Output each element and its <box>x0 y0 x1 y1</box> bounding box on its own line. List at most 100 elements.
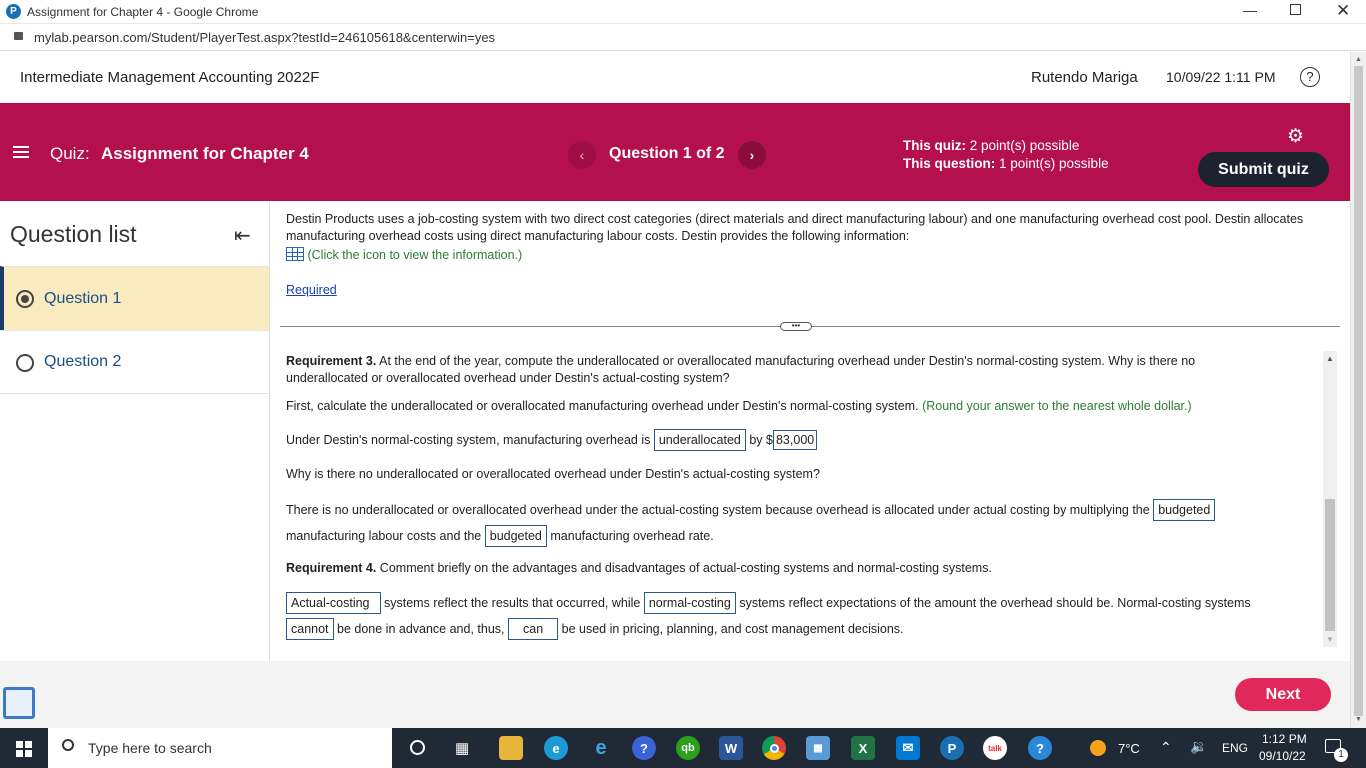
talk-app-icon[interactable]: talk <box>983 736 1007 760</box>
sidebar-item-question-1[interactable]: Question 1 <box>0 266 269 330</box>
url-text[interactable]: mylab.pearson.com/Student/PlayerTest.asp… <box>34 30 495 45</box>
this-quiz-points: 2 point(s) possible <box>969 138 1080 153</box>
req4-text: Comment briefly on the advantages and di… <box>379 561 992 575</box>
no-under-text: There is no underallocated or overalloca… <box>286 503 1150 517</box>
req3-heading: Requirement 3. <box>286 354 377 368</box>
this-question-label: This question: <box>903 156 996 171</box>
settings-gear-icon[interactable]: ⚙ <box>1287 125 1304 148</box>
question-content: Destin Products uses a job-costing syste… <box>270 201 1350 661</box>
radio-empty-icon <box>16 354 34 372</box>
hamburger-menu-icon[interactable] <box>13 146 29 158</box>
address-bar[interactable]: mylab.pearson.com/Student/PlayerTest.asp… <box>0 24 1366 51</box>
answer-cannot-dropdown[interactable]: cannot <box>286 618 334 640</box>
sidebar-item-label: Question 1 <box>44 290 122 307</box>
page-scroll-thumb[interactable] <box>1354 66 1363 716</box>
content-scrollbar[interactable]: ▲ ▼ <box>1323 351 1337 647</box>
chrome-icon[interactable] <box>762 736 786 760</box>
file-explorer-icon[interactable] <box>499 736 523 760</box>
page-scrollbar[interactable]: ▲ ▼ <box>1350 52 1366 728</box>
mail-icon[interactable]: ✉ <box>896 736 920 760</box>
taskbar-search-box[interactable]: Type here to search <box>48 728 392 768</box>
lock-icon <box>14 32 23 40</box>
required-link[interactable]: Required <box>286 282 337 299</box>
cortana-icon[interactable] <box>410 740 425 755</box>
be-used-text: be used in pricing, planning, and cost m… <box>561 622 904 636</box>
answer-budgeted-2-dropdown[interactable]: budgeted <box>484 525 547 547</box>
question-list-sidebar: Question list ⇤ Question 1 Question 2 <box>0 201 270 661</box>
clock-time[interactable]: 1:12 PM <box>1262 732 1307 746</box>
chevron-up-icon[interactable]: ⌃ <box>1160 739 1172 756</box>
app-header: Intermediate Management Accounting 2022F… <box>0 52 1350 103</box>
answer-allocation-dropdown[interactable]: underallocated <box>653 429 746 451</box>
footer-bar: Next <box>0 661 1350 728</box>
windows-start-icon[interactable] <box>16 741 32 757</box>
next-question-button[interactable]: › <box>738 141 766 169</box>
pearson-logo-icon: P <box>6 4 21 19</box>
req4-heading: Requirement 4. <box>286 561 377 575</box>
language-indicator[interactable]: ENG <box>1222 741 1248 755</box>
answer-budgeted-1-dropdown[interactable]: budgeted <box>1153 499 1216 521</box>
collapse-sidebar-icon[interactable]: ⇤ <box>234 223 251 248</box>
search-icon <box>62 739 74 751</box>
internet-explorer-icon[interactable]: e <box>589 736 613 760</box>
control-panel-icon[interactable]: ▦ <box>806 736 830 760</box>
expand-handle-icon[interactable]: ••• <box>780 322 812 331</box>
prev-question-button[interactable]: ‹ <box>568 141 596 169</box>
round-hint: (Round your answer to the nearest whole … <box>922 399 1192 413</box>
mfg-labour-text: manufacturing labour costs and the <box>286 529 482 543</box>
help-icon[interactable]: ? <box>1300 67 1320 87</box>
question-intro: Destin Products uses a job-costing syste… <box>286 212 1304 243</box>
req3-text: At the end of the year, compute the unde… <box>286 354 1196 385</box>
calculator-window-icon[interactable] <box>3 687 35 719</box>
close-icon[interactable]: ✕ <box>1336 1 1350 21</box>
answer-can-dropdown[interactable]: can <box>508 618 559 640</box>
submit-quiz-button[interactable]: Submit quiz <box>1198 152 1329 187</box>
quiz-bar: Quiz: Assignment for Chapter 4 ‹ Questio… <box>0 103 1350 201</box>
minimize-icon[interactable]: — <box>1243 2 1257 18</box>
under-pre-text: Under Destin's normal-costing system, ma… <box>286 433 651 447</box>
why-question: Why is there no underallocated or overal… <box>286 467 820 481</box>
edge-icon[interactable]: e <box>544 736 568 760</box>
sidebar-item-label: Question 2 <box>44 353 122 370</box>
this-question-points: 1 point(s) possible <box>999 156 1109 171</box>
sys-reflect-text: systems reflect the results that occurre… <box>384 596 641 610</box>
volume-icon[interactable]: 🔉 <box>1190 738 1207 755</box>
answer-normal-costing-dropdown[interactable]: normal-costing <box>643 592 736 614</box>
be-done-text: be done in advance and, thus, <box>337 622 505 636</box>
tips-app-icon[interactable]: ? <box>1028 736 1052 760</box>
pearson-app-icon[interactable]: P <box>940 736 964 760</box>
restore-icon[interactable] <box>1290 4 1301 15</box>
info-link[interactable]: (Click the icon to view the information.… <box>307 248 522 262</box>
this-quiz-label: This quiz: <box>903 138 966 153</box>
window-title: Assignment for Chapter 4 - Google Chrome <box>27 5 259 19</box>
answer-actual-costing-dropdown[interactable]: Actual-costing <box>286 592 381 614</box>
sidebar-item-question-2[interactable]: Question 2 <box>0 330 269 394</box>
radio-selected-icon <box>16 290 34 308</box>
weather-sun-icon <box>1090 740 1106 756</box>
clock-date[interactable]: 09/10/22 <box>1259 749 1306 763</box>
user-name: Rutendo Mariga <box>1031 69 1138 86</box>
quiz-name: Assignment for Chapter 4 <box>101 144 309 163</box>
datetime: 10/09/22 1:11 PM <box>1166 69 1276 85</box>
mfg-rate-text: manufacturing overhead rate. <box>550 529 714 543</box>
notification-count: 1 <box>1334 748 1348 762</box>
quiz-prefix: Quiz: <box>50 144 90 163</box>
help-app-icon[interactable]: ? <box>632 736 656 760</box>
quickbooks-icon[interactable]: qb <box>676 736 700 760</box>
next-button[interactable]: Next <box>1235 678 1331 711</box>
browser-title-bar: P Assignment for Chapter 4 - Google Chro… <box>0 0 1366 24</box>
sidebar-title: Question list <box>10 221 137 247</box>
table-icon[interactable] <box>286 247 304 261</box>
question-nav-label: Question 1 of 2 <box>609 145 725 162</box>
word-icon[interactable]: W <box>719 736 743 760</box>
weather-temp: 7°C <box>1118 741 1140 756</box>
windows-taskbar: Type here to search ▦ e e ? qb W ▦ X ✉ P… <box>0 728 1366 768</box>
by-dollar-text: by $ <box>749 433 773 447</box>
course-title: Intermediate Management Accounting 2022F <box>20 69 320 86</box>
task-view-icon[interactable]: ▦ <box>455 739 469 757</box>
sys-expect-text: systems reflect expectations of the amou… <box>739 596 1251 610</box>
first-calc-text: First, calculate the underallocated or o… <box>286 399 919 413</box>
excel-icon[interactable]: X <box>851 736 875 760</box>
answer-amount-input[interactable]: 83,000 <box>772 430 818 450</box>
scroll-thumb[interactable] <box>1325 499 1335 631</box>
